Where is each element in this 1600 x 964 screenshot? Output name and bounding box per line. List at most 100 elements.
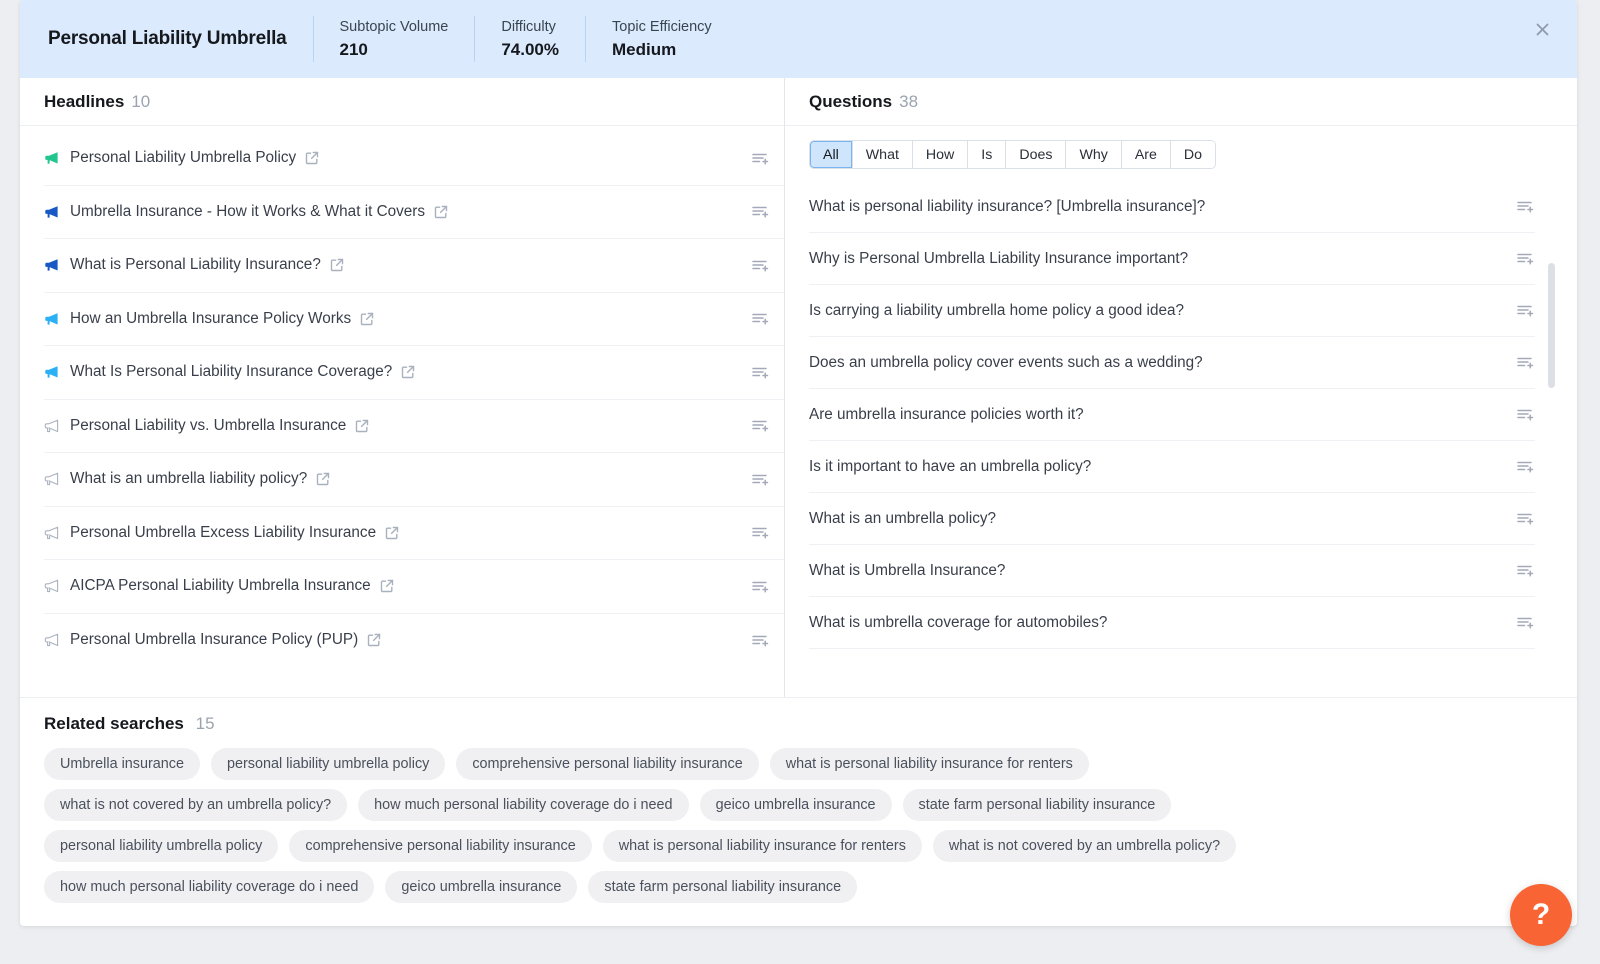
add-to-list-icon[interactable] xyxy=(748,629,770,651)
question-row[interactable]: What is Umbrella Insurance? xyxy=(809,545,1535,597)
add-to-list-icon[interactable] xyxy=(748,308,770,330)
related-searches-header: Related searches 15 xyxy=(44,714,1553,734)
headline-row[interactable]: Personal Liability vs. Umbrella Insuranc… xyxy=(44,400,784,454)
related-search-tag[interactable]: comprehensive personal liability insuran… xyxy=(456,748,758,780)
external-link-icon[interactable] xyxy=(330,258,344,272)
external-link-icon[interactable] xyxy=(355,419,369,433)
question-row[interactable]: What is an umbrella policy? xyxy=(809,493,1535,545)
question-label: Does an umbrella policy cover events suc… xyxy=(809,354,1203,372)
questions-scrollbar[interactable] xyxy=(1548,263,1555,568)
related-search-tag[interactable]: how much personal liability coverage do … xyxy=(44,871,374,903)
add-to-list-icon[interactable] xyxy=(1513,508,1535,530)
question-filter-why[interactable]: Why xyxy=(1066,141,1121,168)
related-search-tag[interactable]: state farm personal liability insurance xyxy=(588,871,857,903)
external-link-icon[interactable] xyxy=(367,633,381,647)
headline-row[interactable]: What is an umbrella liability policy? xyxy=(44,453,784,507)
related-searches-row: how much personal liability coverage do … xyxy=(44,871,1553,903)
add-to-list-icon[interactable] xyxy=(1513,300,1535,322)
question-row[interactable]: Is it important to have an umbrella poli… xyxy=(809,441,1535,493)
external-link-icon[interactable] xyxy=(401,365,415,379)
question-filter-do[interactable]: Do xyxy=(1171,141,1215,168)
question-filter-what[interactable]: What xyxy=(853,141,913,168)
add-to-list-icon[interactable] xyxy=(1513,352,1535,374)
add-to-list-icon[interactable] xyxy=(1513,404,1535,426)
add-to-list-icon[interactable] xyxy=(748,575,770,597)
add-to-list-icon[interactable] xyxy=(748,147,770,169)
headline-row[interactable]: AICPA Personal Liability Umbrella Insura… xyxy=(44,560,784,614)
external-link-icon[interactable] xyxy=(360,312,374,326)
question-row[interactable]: Does an umbrella policy cover events suc… xyxy=(809,337,1535,389)
headlines-title: Headlines xyxy=(44,92,124,112)
add-to-list-icon[interactable] xyxy=(748,415,770,437)
related-search-tag[interactable]: how much personal liability coverage do … xyxy=(358,789,688,821)
headline-row[interactable]: What Is Personal Liability Insurance Cov… xyxy=(44,346,784,400)
headline-row[interactable]: Umbrella Insurance - How it Works & What… xyxy=(44,186,784,240)
headline-label: Umbrella Insurance - How it Works & What… xyxy=(70,203,425,221)
headline-row[interactable]: How an Umbrella Insurance Policy Works xyxy=(44,293,784,347)
headline-label: AICPA Personal Liability Umbrella Insura… xyxy=(70,577,371,595)
related-search-tag[interactable]: what is not covered by an umbrella polic… xyxy=(933,830,1236,862)
metric-difficulty: Difficulty 74.00% xyxy=(475,20,585,58)
question-filter-is[interactable]: Is xyxy=(968,141,1006,168)
related-search-tag[interactable]: state farm personal liability insurance xyxy=(903,789,1172,821)
app-root: Personal Liability Umbrella Subtopic Vol… xyxy=(0,0,1600,964)
question-filter-group[interactable]: AllWhatHowIsDoesWhyAreDo xyxy=(809,140,1216,169)
related-search-tag[interactable]: personal liability umbrella policy xyxy=(44,830,278,862)
add-to-list-icon[interactable] xyxy=(1513,248,1535,270)
question-label: What is Umbrella Insurance? xyxy=(809,562,1005,580)
add-to-list-icon[interactable] xyxy=(748,468,770,490)
related-search-tag[interactable]: what is personal liability insurance for… xyxy=(770,748,1089,780)
related-searches-count: 15 xyxy=(196,714,215,733)
headline-label: Personal Liability vs. Umbrella Insuranc… xyxy=(70,417,346,435)
add-to-list-icon[interactable] xyxy=(748,201,770,223)
related-search-tag[interactable]: what is not covered by an umbrella polic… xyxy=(44,789,347,821)
question-filter-all[interactable]: All xyxy=(810,141,853,168)
question-filter-are[interactable]: Are xyxy=(1122,141,1171,168)
external-link-icon[interactable] xyxy=(434,205,448,219)
headline-label: How an Umbrella Insurance Policy Works xyxy=(70,310,351,328)
card-header: Personal Liability Umbrella Subtopic Vol… xyxy=(20,0,1577,78)
related-search-tag[interactable]: geico umbrella insurance xyxy=(700,789,892,821)
external-link-icon[interactable] xyxy=(305,151,319,165)
headline-row[interactable]: Personal Umbrella Insurance Policy (PUP) xyxy=(44,614,784,668)
megaphone-icon xyxy=(44,257,70,273)
megaphone-icon xyxy=(44,525,70,541)
question-label: What is an umbrella policy? xyxy=(809,510,996,528)
external-link-icon[interactable] xyxy=(380,579,394,593)
external-link-icon[interactable] xyxy=(316,472,330,486)
megaphone-icon xyxy=(44,632,70,648)
headline-row[interactable]: Personal Umbrella Excess Liability Insur… xyxy=(44,507,784,561)
questions-panel: Questions 38 AllWhatHowIsDoesWhyAreDo Wh… xyxy=(785,78,1577,697)
scrollbar-thumb[interactable] xyxy=(1548,263,1555,388)
add-to-list-icon[interactable] xyxy=(1513,612,1535,634)
question-filter-how[interactable]: How xyxy=(913,141,968,168)
add-to-list-icon[interactable] xyxy=(748,254,770,276)
headline-row[interactable]: What is Personal Liability Insurance? xyxy=(44,239,784,293)
question-row[interactable]: What is personal liability insurance? [U… xyxy=(809,181,1535,233)
add-to-list-icon[interactable] xyxy=(1513,456,1535,478)
question-label: Why is Personal Umbrella Liability Insur… xyxy=(809,250,1188,268)
question-row[interactable]: Why is Personal Umbrella Liability Insur… xyxy=(809,233,1535,285)
headlines-count: 10 xyxy=(131,92,150,112)
questions-header: Questions 38 xyxy=(785,78,1577,126)
add-to-list-icon[interactable] xyxy=(748,522,770,544)
help-button[interactable]: ? xyxy=(1510,884,1572,946)
add-to-list-icon[interactable] xyxy=(1513,196,1535,218)
question-row[interactable]: Is carrying a liability umbrella home po… xyxy=(809,285,1535,337)
add-to-list-icon[interactable] xyxy=(748,361,770,383)
related-search-tag[interactable]: what is personal liability insurance for… xyxy=(603,830,922,862)
metric-label: Difficulty xyxy=(501,20,559,35)
question-row[interactable]: Are umbrella insurance policies worth it… xyxy=(809,389,1535,441)
external-link-icon[interactable] xyxy=(385,526,399,540)
headline-label: What Is Personal Liability Insurance Cov… xyxy=(70,363,392,381)
question-filter-does[interactable]: Does xyxy=(1006,141,1066,168)
headline-row[interactable]: Personal Liability Umbrella Policy xyxy=(44,132,784,186)
question-row[interactable]: What is umbrella coverage for automobile… xyxy=(809,597,1535,649)
related-search-tag[interactable]: comprehensive personal liability insuran… xyxy=(289,830,591,862)
megaphone-icon xyxy=(44,204,70,220)
related-search-tag[interactable]: Umbrella insurance xyxy=(44,748,200,780)
related-search-tag[interactable]: geico umbrella insurance xyxy=(385,871,577,903)
related-search-tag[interactable]: personal liability umbrella policy xyxy=(211,748,445,780)
close-icon[interactable] xyxy=(1529,16,1555,42)
add-to-list-icon[interactable] xyxy=(1513,560,1535,582)
